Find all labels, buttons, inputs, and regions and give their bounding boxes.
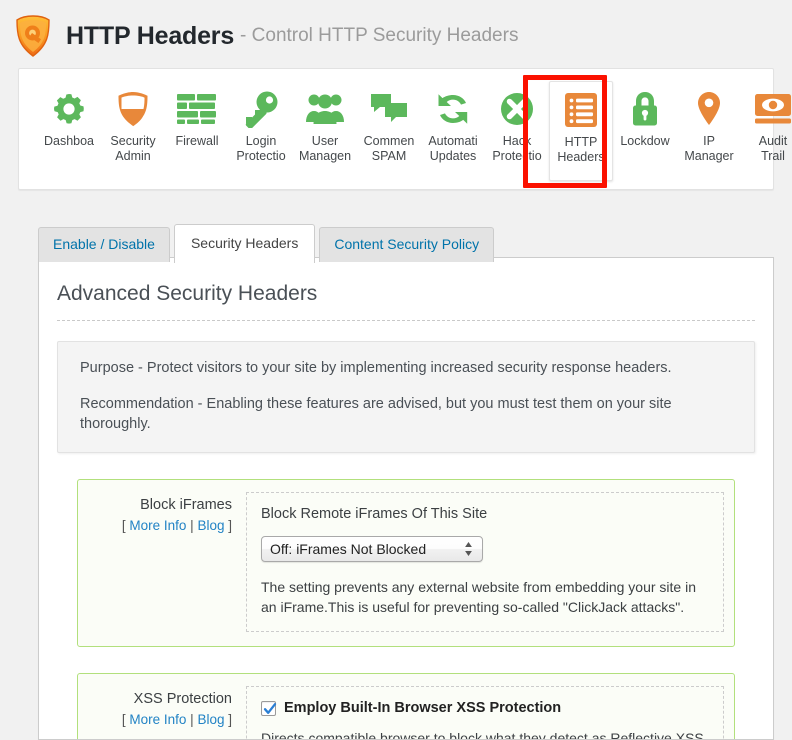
option-name: XSS Protection	[133, 691, 232, 707]
page-subtitle: - Control HTTP Security Headers	[240, 25, 519, 46]
bracket-close: ]	[228, 712, 232, 727]
padlock-icon	[613, 87, 677, 131]
nav-item-label: HTTP Headers	[557, 135, 605, 164]
nav-item-label: IP Manager	[684, 134, 734, 163]
link-separator: |	[190, 712, 194, 727]
map-pin-icon	[677, 87, 741, 131]
more-info-link[interactable]: More Info	[129, 712, 186, 727]
option-field-group: Employ Built-In Browser XSS Protection D…	[246, 686, 724, 740]
option-links: [ More Info | Blog ]	[88, 516, 232, 536]
bracket-close: ]	[228, 518, 232, 533]
nav-item-label: Hack Protectio	[492, 134, 542, 163]
divider	[57, 320, 755, 321]
purpose-box: Purpose - Protect visitors to your site …	[57, 341, 755, 453]
nav-item-http-headers[interactable]: HTTP Headers	[549, 81, 613, 181]
nav-item-label: Lockdow	[620, 134, 670, 148]
nav-item-ip-manager[interactable]: IP Manager	[677, 81, 741, 189]
field-label: Block Remote iFrames Of This Site	[261, 506, 488, 522]
tab-enable-disable[interactable]: Enable / Disable	[38, 227, 170, 262]
option-label-group: Block iFrames [ More Info | Blog ]	[88, 492, 246, 632]
tab-bar: Enable / Disable Security Headers Conten…	[38, 224, 498, 263]
check-icon	[263, 703, 277, 714]
option-field-group: Block Remote iFrames Of This Site Off: i…	[246, 492, 724, 632]
nav-item-label: Automati Updates	[428, 134, 478, 163]
bracket-open: [	[121, 518, 126, 533]
nav-item-comment-spam[interactable]: Commen SPAM	[357, 81, 421, 189]
tab-content-security-policy[interactable]: Content Security Policy	[319, 227, 495, 262]
field-description: The setting prevents any external websit…	[261, 579, 697, 615]
nav-item-label: Commen SPAM	[363, 134, 415, 163]
more-info-link[interactable]: More Info	[129, 518, 186, 533]
nav-item-dashboard[interactable]: Dashboa	[37, 81, 101, 189]
link-separator: |	[190, 518, 194, 533]
select-value[interactable]: Off: iFrames Not Blocked	[261, 536, 483, 562]
content-panel: Advanced Security Headers Purpose - Prot…	[38, 257, 774, 740]
nav-item-label: Dashboa	[43, 134, 95, 148]
monitor-eye-icon	[741, 87, 792, 131]
blog-link[interactable]: Blog	[197, 712, 224, 727]
nav-item-lockdown[interactable]: Lockdow	[613, 81, 677, 189]
option-name: Block iFrames	[140, 497, 232, 513]
blog-link[interactable]: Blog	[197, 518, 224, 533]
section-title: Advanced Security Headers	[57, 282, 318, 305]
page-header: HTTP Headers - Control HTTP Security Hea…	[0, 0, 792, 60]
field-description: Directs compatible browser to block what…	[261, 730, 704, 740]
checkbox-label: Employ Built-In Browser XSS Protection	[284, 700, 562, 716]
nav-item-hack-protection[interactable]: Hack Protectio	[485, 81, 549, 189]
nav-item-label: Login Protectio	[236, 134, 286, 163]
purpose-text: Purpose - Protect visitors to your site …	[80, 360, 672, 376]
speech-bubbles-icon	[357, 87, 421, 131]
xss-checkbox-row: Employ Built-In Browser XSS Protection	[261, 699, 709, 718]
xss-protection-checkbox[interactable]	[261, 701, 277, 716]
circle-x-icon	[485, 87, 549, 131]
nav-item-login-protection[interactable]: Login Protectio	[229, 81, 293, 189]
nav-item-label: Security Admin	[110, 134, 156, 163]
nav-item-label: Audit Trail	[758, 134, 788, 163]
iframe-mode-select[interactable]: Off: iFrames Not Blocked	[261, 536, 483, 562]
plugin-nav-panel: Dashboa Security Admin Firewall Login Pr…	[18, 68, 791, 190]
bracket-open: [	[121, 712, 126, 727]
option-links: [ More Info | Blog ]	[88, 710, 232, 730]
option-label-group: XSS Protection [ More Info | Blog ]	[88, 686, 246, 739]
recommendation-text: Recommendation - Enabling these features…	[80, 396, 672, 432]
nav-item-user-management[interactable]: User Managen	[293, 81, 357, 189]
nav-item-security-admin[interactable]: Security Admin	[101, 81, 165, 189]
tab-security-headers[interactable]: Security Headers	[173, 224, 316, 263]
brick-wall-icon	[165, 87, 229, 131]
list-icon	[550, 88, 612, 132]
option-card-block-iframes: Block iFrames [ More Info | Blog ] Block…	[77, 479, 735, 647]
shield-gear-icon	[14, 14, 52, 58]
nav-item-label: User Managen	[298, 134, 352, 163]
key-icon	[229, 87, 293, 131]
nav-item-label: Firewall	[175, 134, 219, 148]
option-card-xss-protection: XSS Protection [ More Info | Blog ] Empl…	[77, 673, 735, 740]
users-icon	[293, 87, 357, 131]
gear-icon	[37, 87, 101, 131]
refresh-icon	[421, 87, 485, 131]
nav-item-audit-trail[interactable]: Audit Trail	[741, 81, 792, 189]
nav-item-firewall[interactable]: Firewall	[165, 81, 229, 189]
nav-item-automatic-updates[interactable]: Automati Updates	[421, 81, 485, 189]
nav-strip: Dashboa Security Admin Firewall Login Pr…	[19, 69, 791, 189]
shield-icon	[101, 87, 165, 131]
page-title: HTTP Headers	[66, 21, 235, 50]
